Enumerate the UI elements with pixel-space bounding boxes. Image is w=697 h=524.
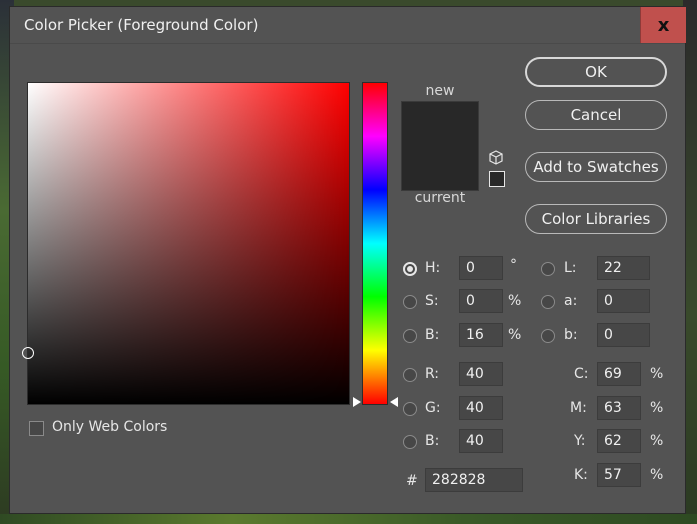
input-s[interactable] xyxy=(459,289,503,313)
label-y: Y: xyxy=(574,433,586,449)
input-k[interactable] xyxy=(597,463,641,487)
unit-m: % xyxy=(650,400,664,416)
hue-slider-handle-left[interactable] xyxy=(353,397,361,407)
cancel-button[interactable]: Cancel xyxy=(525,100,667,130)
input-b-rgb[interactable] xyxy=(459,429,503,453)
input-b-lab[interactable] xyxy=(597,323,650,347)
radio-h[interactable] xyxy=(403,262,417,276)
title-bar[interactable]: Color Picker (Foreground Color) x xyxy=(10,7,686,44)
out-of-gamut-cube-icon[interactable] xyxy=(488,150,504,166)
unit-b-hsb: % xyxy=(508,327,522,343)
background-bottom xyxy=(0,514,697,524)
label-s: S: xyxy=(425,293,439,309)
label-m: M: xyxy=(570,400,587,416)
input-g[interactable] xyxy=(459,396,503,420)
radio-b-hsb[interactable] xyxy=(403,329,417,343)
radio-s[interactable] xyxy=(403,295,417,309)
input-y[interactable] xyxy=(597,429,641,453)
color-picker-dialog: Color Picker (Foreground Color) x new cu… xyxy=(9,6,686,514)
label-r: R: xyxy=(425,366,440,382)
color-libraries-button[interactable]: Color Libraries xyxy=(525,204,667,234)
add-to-swatches-button[interactable]: Add to Swatches xyxy=(525,152,667,182)
close-button[interactable]: x xyxy=(640,7,686,43)
input-r[interactable] xyxy=(459,362,503,386)
color-field[interactable] xyxy=(22,82,350,405)
only-web-colors-checkbox[interactable] xyxy=(29,421,44,436)
input-h[interactable] xyxy=(459,256,503,280)
color-preview-swatch[interactable] xyxy=(401,101,479,191)
radio-b-lab[interactable] xyxy=(541,329,555,343)
input-l[interactable] xyxy=(597,256,650,280)
dialog-title: Color Picker (Foreground Color) xyxy=(24,16,259,34)
label-c: C: xyxy=(574,366,589,382)
unit-s: % xyxy=(508,293,522,309)
hue-slider-handle-right[interactable] xyxy=(390,397,398,407)
radio-b-rgb[interactable] xyxy=(403,435,417,449)
unit-h: ° xyxy=(510,257,517,273)
radio-g[interactable] xyxy=(403,402,417,416)
label-b-lab: b: xyxy=(564,327,578,343)
label-b-rgb: B: xyxy=(425,433,440,449)
input-a[interactable] xyxy=(597,289,650,313)
label-l: L: xyxy=(564,260,577,276)
hue-slider[interactable] xyxy=(362,82,388,405)
current-color-label: current xyxy=(414,190,466,206)
label-k: K: xyxy=(574,467,588,483)
close-icon: x xyxy=(657,14,670,36)
ok-button[interactable]: OK xyxy=(525,57,667,87)
label-g: G: xyxy=(425,400,441,416)
input-c[interactable] xyxy=(597,362,641,386)
only-web-colors-label[interactable]: Only Web Colors xyxy=(52,419,167,435)
web-safe-swatch[interactable] xyxy=(489,171,505,187)
input-m[interactable] xyxy=(597,396,641,420)
label-b-hsb: B: xyxy=(425,327,440,343)
input-b-hsb[interactable] xyxy=(459,323,503,347)
hex-input[interactable] xyxy=(425,468,523,492)
label-h: H: xyxy=(425,260,441,276)
unit-k: % xyxy=(650,467,664,483)
new-color-label: new xyxy=(425,83,455,99)
radio-a[interactable] xyxy=(541,295,555,309)
radio-r[interactable] xyxy=(403,368,417,382)
radio-l[interactable] xyxy=(541,262,555,276)
unit-c: % xyxy=(650,366,664,382)
unit-y: % xyxy=(650,433,664,449)
hex-label: # xyxy=(406,473,418,489)
label-a: a: xyxy=(564,293,578,309)
color-field-cursor[interactable] xyxy=(22,347,34,359)
